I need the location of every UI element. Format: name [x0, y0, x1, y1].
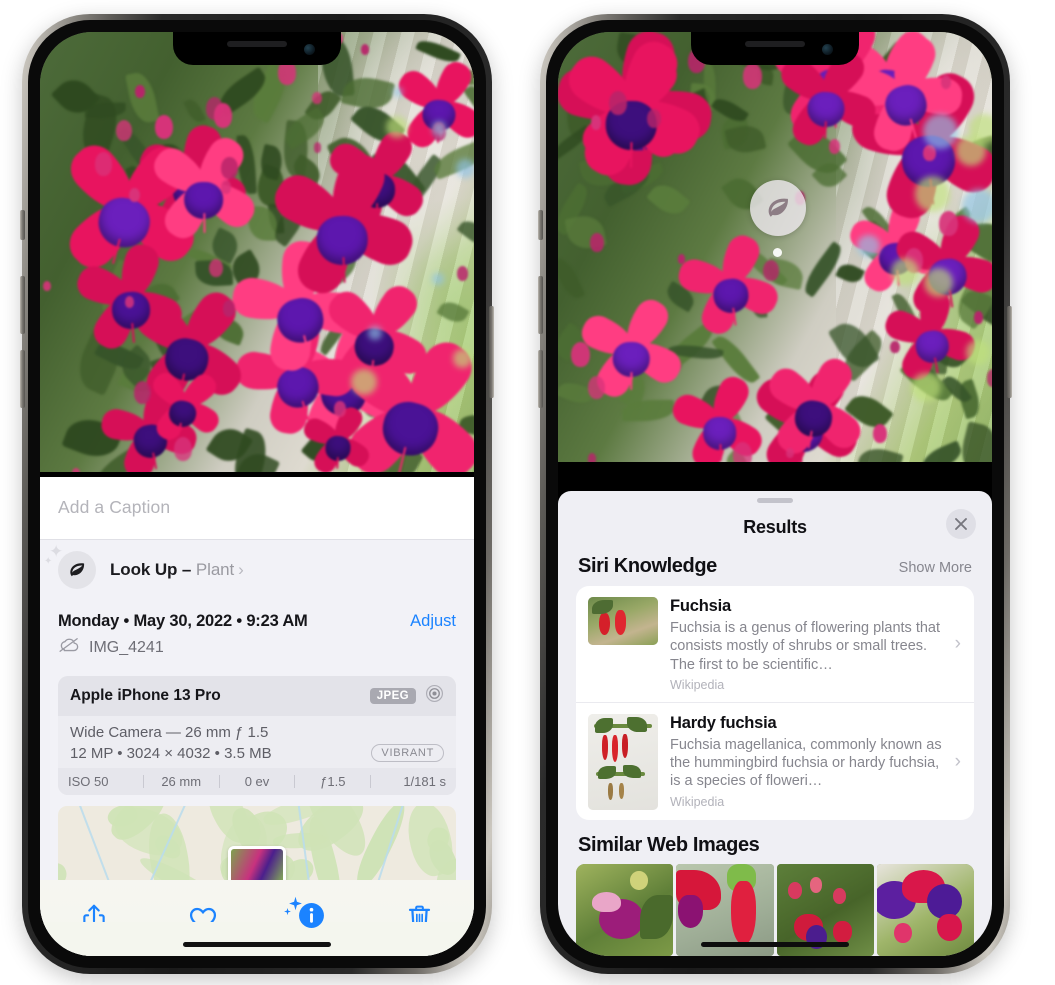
lookup-action: Look Up: [110, 559, 178, 579]
result-title: Hardy fuchsia: [670, 714, 777, 732]
result-description: Fuchsia magellanica, commonly known as t…: [670, 736, 942, 790]
leaf-icon: ✦ ✦: [44, 543, 96, 589]
siri-knowledge-title: Siri Knowledge: [578, 555, 717, 578]
lookup-row[interactable]: ✦ ✦ Look Up – Plant ›: [40, 540, 474, 600]
leaf-icon: [768, 198, 788, 217]
similar-web-images-title: Similar Web Images: [578, 834, 760, 856]
list-item[interactable]: [576, 864, 674, 956]
volume-up-button[interactable]: [20, 276, 25, 334]
result-title: Fuchsia: [670, 597, 731, 616]
sparkle-small-icon: ✦: [44, 555, 53, 567]
earpiece-speaker: [745, 41, 805, 47]
photo-date: Monday • May 30, 2022 • 9:23 AM: [58, 612, 308, 630]
lookup-dash: –: [181, 559, 192, 579]
close-icon: [955, 518, 967, 531]
caption-placeholder: Add a Caption: [58, 497, 171, 517]
iphone-device-right: Results Siri Knowledge Show More Fuchsia…: [538, 14, 1012, 974]
results-title: Results: [743, 516, 807, 537]
exif-settings-row: ISO 50 26 mm 0 ev ƒ1.5 1/181 s: [58, 768, 456, 795]
list-item[interactable]: Fuchsia Fuchsia is a genus of flowering …: [576, 586, 974, 702]
location-map[interactable]: [58, 806, 456, 880]
exif-shutter: 1/181 s: [403, 774, 446, 789]
silence-switch[interactable]: [538, 210, 543, 240]
exif-iso: ISO 50: [68, 774, 109, 789]
list-item[interactable]: Hardy fuchsia Fuchsia magellanica, commo…: [576, 702, 974, 820]
side-power-button[interactable]: [1007, 306, 1012, 398]
iphone-device-left: Add a Caption ✦ ✦ Look Up – Plant › Mond…: [20, 14, 494, 974]
exif-focal: 26 mm: [161, 774, 202, 789]
side-power-button[interactable]: [489, 306, 494, 398]
result-thumbnail: [588, 597, 658, 646]
photo-foliage-art: [558, 32, 992, 462]
silence-switch[interactable]: [20, 210, 25, 240]
icloud-slash-icon: [58, 637, 80, 658]
chevron-right-icon: ›: [954, 633, 961, 655]
results-sheet: Results Siri Knowledge Show More Fuchsia…: [558, 491, 992, 956]
device-notch: [173, 32, 341, 65]
results-header: Results: [558, 503, 992, 551]
earpiece-speaker: [227, 41, 287, 47]
device-notch: [691, 32, 859, 65]
exif-aperture: ƒ1.5: [320, 774, 346, 789]
result-text: Hardy fuchsia Fuchsia magellanica, commo…: [670, 714, 962, 810]
caption-input[interactable]: Add a Caption: [40, 476, 474, 539]
photo-info-sheet: Add a Caption ✦ ✦ Look Up – Plant › Mond…: [40, 476, 474, 956]
siri-knowledge-card: Fuchsia Fuchsia is a genus of flowering …: [576, 586, 974, 820]
exif-lens: Wide Camera — 26 mm ƒ 1.5: [70, 724, 269, 741]
close-button[interactable]: [946, 509, 976, 540]
result-source: Wikipedia: [670, 678, 725, 692]
chevron-right-icon: ›: [954, 750, 961, 772]
result-thumbnail: [588, 714, 658, 810]
result-source: Wikipedia: [670, 794, 725, 809]
front-camera-icon: [822, 44, 833, 55]
device-bezel: Results Siri Knowledge Show More Fuchsia…: [546, 20, 1004, 968]
info-sparkle-icon: [283, 896, 326, 935]
lookup-section: ✦ ✦ Look Up – Plant › Monday • May 30, 2…: [40, 538, 474, 956]
show-more-button[interactable]: Show More: [899, 560, 972, 576]
adjust-button[interactable]: Adjust: [410, 612, 456, 631]
sparkle-small-icon: [283, 907, 291, 916]
list-item[interactable]: [876, 864, 974, 956]
photographic-style-badge: VIBRANT: [371, 744, 444, 762]
exif-specs: 12 MP • 3024 × 4032 • 3.5 MB: [70, 744, 272, 762]
lookup-label: Look Up – Plant: [110, 560, 234, 580]
exif-card[interactable]: Apple iPhone 13 Pro JPEG Wide Camera — 2…: [58, 676, 456, 795]
volume-up-button[interactable]: [538, 276, 543, 334]
front-camera-icon: [304, 44, 315, 55]
photo-viewer[interactable]: [40, 32, 474, 472]
similar-web-images-header: Similar Web Images: [558, 820, 992, 864]
map-photo-pin[interactable]: [228, 846, 286, 880]
lookup-subject: Plant: [195, 559, 235, 579]
device-bezel: Add a Caption ✦ ✦ Look Up – Plant › Mond…: [28, 20, 486, 968]
visual-lookup-anchor-dot: [773, 248, 782, 257]
photo-metadata: Monday • May 30, 2022 • 9:23 AM Adjust I…: [40, 600, 474, 666]
visual-lookup-badge[interactable]: [750, 180, 806, 236]
home-indicator[interactable]: [183, 942, 331, 947]
screenshot-canvas: Add a Caption ✦ ✦ Look Up – Plant › Mond…: [0, 0, 1055, 985]
result-description: Fuchsia is a genus of flowering plants t…: [670, 620, 941, 673]
exif-ev: 0 ev: [244, 774, 270, 789]
photo-filename: IMG_4241: [89, 638, 164, 656]
device-screen-left: Add a Caption ✦ ✦ Look Up – Plant › Mond…: [40, 32, 474, 956]
exif-device-name: Apple iPhone 13 Pro: [70, 687, 221, 704]
volume-down-button[interactable]: [20, 350, 25, 408]
chevron-right-icon: ›: [238, 559, 244, 579]
photo-foliage-art: [40, 32, 474, 472]
aperture-icon[interactable]: [425, 684, 444, 708]
volume-down-button[interactable]: [538, 350, 543, 408]
file-format-badge: JPEG: [369, 688, 416, 704]
siri-knowledge-header: Siri Knowledge Show More: [558, 551, 992, 586]
photo-viewer[interactable]: [558, 32, 992, 462]
home-indicator[interactable]: [701, 942, 849, 947]
device-screen-right: Results Siri Knowledge Show More Fuchsia…: [558, 32, 992, 956]
result-text: Fuchsia Fuchsia is a genus of flowering …: [670, 597, 962, 692]
